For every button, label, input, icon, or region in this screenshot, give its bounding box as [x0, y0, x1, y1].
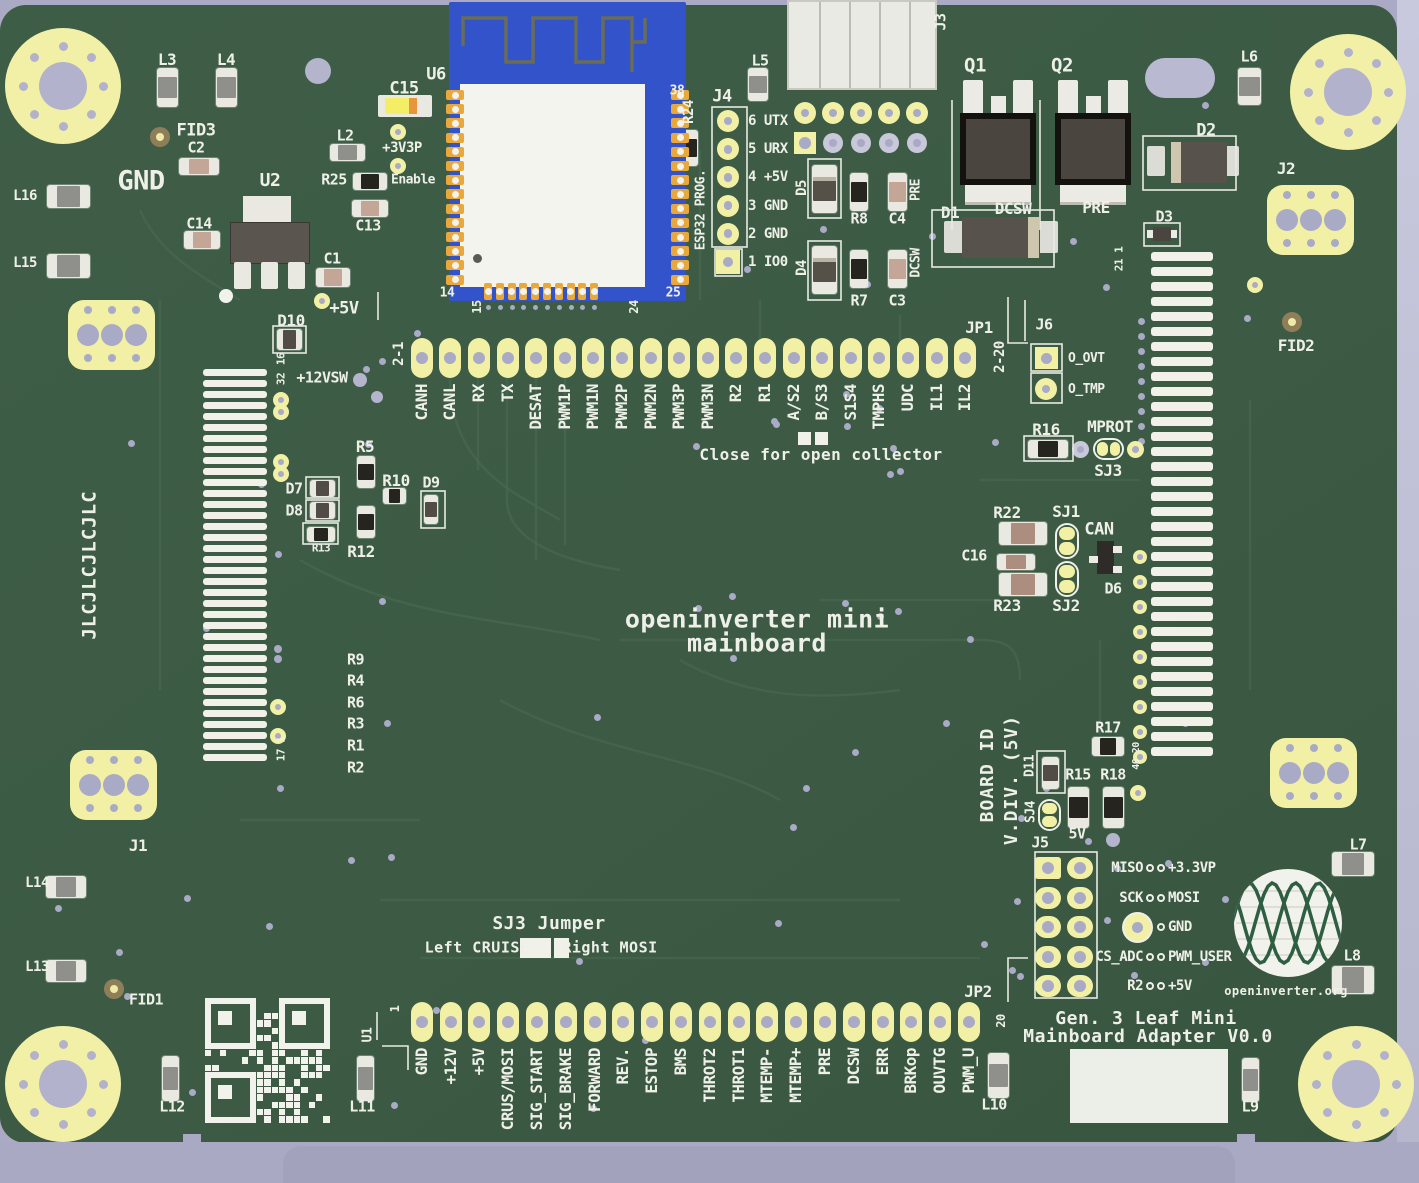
silkscreen-frame: [1037, 751, 1065, 793]
silkscreen-frame: [932, 210, 1054, 267]
silkscreen-frame: [712, 107, 747, 247]
silkscreen-frame: [306, 477, 339, 498]
silkscreen-frame: [715, 249, 742, 276]
silkscreen-frame: [421, 491, 445, 528]
silkscreen-frame: [273, 326, 306, 353]
silkscreen-frame: [1143, 136, 1236, 190]
silkscreen-frame: [1024, 436, 1073, 461]
openinverter-logo: [1228, 863, 1348, 983]
silkscreen-frame: [306, 500, 339, 521]
silkscreen-frame: [1035, 852, 1097, 998]
silkscreen-frame: [1144, 223, 1180, 246]
silkscreen-frame: [808, 159, 841, 218]
silkscreen-frame: [303, 523, 338, 544]
pcb-render: CANHCANLRXTXDESATPWM1PPWM1NPWM2PPWM2NPWM…: [0, 0, 1419, 1183]
silkscreen-frame: [1031, 344, 1062, 371]
silkscreen-frame: [1031, 373, 1062, 403]
silkscreen-frame: [808, 241, 841, 300]
silkscreen-bracket: [1008, 958, 1028, 1002]
silkscreen-outlines: [0, 0, 1419, 1183]
silkscreen-bracket: [382, 1046, 408, 1070]
